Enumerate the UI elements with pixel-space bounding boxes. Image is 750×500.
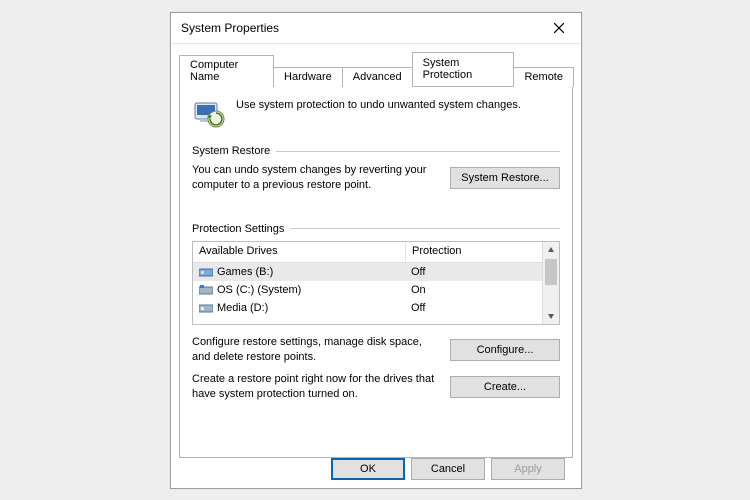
system-restore-row: You can undo system changes by reverting… bbox=[192, 163, 560, 193]
intro-text: Use system protection to undo unwanted s… bbox=[236, 97, 521, 111]
create-desc: Create a restore point right now for the… bbox=[192, 372, 440, 402]
intro-row: Use system protection to undo unwanted s… bbox=[192, 97, 560, 131]
drive-icon bbox=[199, 285, 213, 295]
tab-remote[interactable]: Remote bbox=[513, 67, 574, 87]
group-label: Protection Settings bbox=[192, 223, 284, 235]
drive-icon bbox=[199, 303, 213, 313]
close-button[interactable] bbox=[545, 18, 573, 38]
group-protection-settings: Protection Settings bbox=[192, 223, 560, 235]
drive-row[interactable]: OS (C:) (System) On bbox=[193, 281, 559, 299]
drive-protection: Off bbox=[405, 266, 559, 278]
drive-row[interactable]: Games (B:) Off bbox=[193, 263, 559, 281]
drive-name: Games (B:) bbox=[217, 266, 273, 278]
drive-protection: Off bbox=[405, 302, 559, 314]
drives-list: Available Drives Protection Games (B:) O… bbox=[192, 241, 560, 325]
window-title: System Properties bbox=[181, 21, 279, 35]
column-header-protection[interactable]: Protection bbox=[406, 242, 559, 262]
scroll-thumb[interactable] bbox=[545, 259, 557, 285]
cancel-button[interactable]: Cancel bbox=[411, 458, 485, 480]
group-rule bbox=[290, 228, 560, 229]
system-restore-desc: You can undo system changes by reverting… bbox=[192, 163, 440, 193]
configure-row: Configure restore settings, manage disk … bbox=[192, 335, 560, 365]
apply-button[interactable]: Apply bbox=[491, 458, 565, 480]
scroll-up-button[interactable] bbox=[543, 242, 559, 258]
drive-name: Media (D:) bbox=[217, 302, 268, 314]
configure-desc: Configure restore settings, manage disk … bbox=[192, 335, 440, 365]
drives-header: Available Drives Protection bbox=[193, 242, 559, 263]
tab-hardware[interactable]: Hardware bbox=[273, 67, 343, 87]
group-system-restore: System Restore bbox=[192, 145, 560, 157]
system-protection-icon bbox=[192, 97, 226, 131]
create-row: Create a restore point right now for the… bbox=[192, 372, 560, 402]
configure-button[interactable]: Configure... bbox=[450, 339, 560, 361]
column-header-drives[interactable]: Available Drives bbox=[193, 242, 406, 262]
titlebar: System Properties bbox=[171, 13, 581, 44]
dialog-footer: OK Cancel Apply bbox=[171, 458, 581, 480]
tab-system-protection[interactable]: System Protection bbox=[412, 52, 515, 86]
ok-button[interactable]: OK bbox=[331, 458, 405, 480]
tab-page: Use system protection to undo unwanted s… bbox=[179, 86, 573, 458]
tab-computer-name[interactable]: Computer Name bbox=[179, 55, 274, 87]
tab-advanced[interactable]: Advanced bbox=[342, 67, 413, 87]
drives-scrollbar[interactable] bbox=[542, 242, 559, 324]
drives-rows: Games (B:) Off OS (C:) (System) On Media… bbox=[193, 263, 559, 323]
system-properties-dialog: System Properties Computer Name Hardware… bbox=[170, 12, 582, 489]
group-label: System Restore bbox=[192, 145, 270, 157]
tabstrip: Computer Name Hardware Advanced System P… bbox=[171, 44, 581, 86]
drive-row[interactable]: Media (D:) Off bbox=[193, 299, 559, 317]
drive-name: OS (C:) (System) bbox=[217, 284, 301, 296]
drive-protection: On bbox=[405, 284, 559, 296]
create-button[interactable]: Create... bbox=[450, 376, 560, 398]
system-restore-button[interactable]: System Restore... bbox=[450, 167, 560, 189]
drive-icon bbox=[199, 267, 213, 277]
scroll-down-button[interactable] bbox=[543, 308, 559, 324]
close-icon bbox=[554, 23, 564, 33]
group-rule bbox=[276, 151, 560, 152]
